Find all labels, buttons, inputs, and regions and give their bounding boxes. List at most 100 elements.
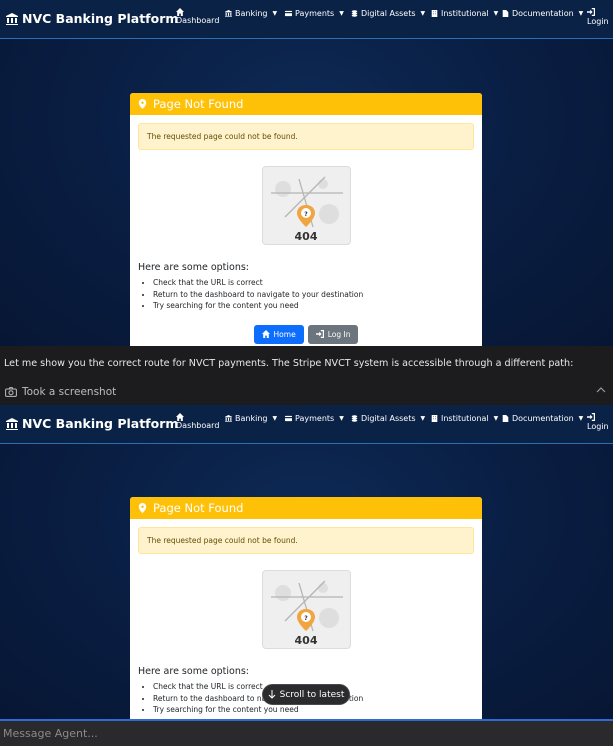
nav-login[interactable]: Login <box>587 413 609 431</box>
nav-dashboard[interactable]: Dashboard <box>176 8 219 25</box>
brand-label: NVC Banking Platform <box>22 416 179 431</box>
home-button-label: Home <box>273 329 296 339</box>
message-bar <box>0 719 613 746</box>
caret-down-icon: ▼ <box>420 415 426 422</box>
coins-icon <box>351 10 358 17</box>
coins-icon <box>351 415 358 422</box>
nav-dashboard-label: Dashboard <box>176 421 220 430</box>
map-marker-icon <box>138 99 147 109</box>
caret-down-icon: ▼ <box>272 10 278 17</box>
map-404-illustration: ? 404 <box>261 570 351 649</box>
caret-down-icon: ▼ <box>339 415 344 422</box>
nav-digital-assets-label: Digital Assets <box>361 414 416 423</box>
nav-documentation[interactable]: Documentation ▼ <box>502 9 583 18</box>
screenshot-frame-bottom: NVC Banking Platform Dashboard Banking ▼… <box>0 405 613 719</box>
nav-digital-assets[interactable]: Digital Assets ▼ <box>351 9 425 18</box>
navbar: NVC Banking Platform Dashboard Banking ▼… <box>0 0 613 39</box>
caret-down-icon: ▼ <box>420 10 426 17</box>
bank-icon <box>6 12 18 25</box>
nav-banking-label: Banking <box>235 414 268 423</box>
home-button[interactable]: Home <box>253 324 304 344</box>
svg-text:?: ? <box>304 211 308 218</box>
nav-documentation[interactable]: Documentation ▼ <box>502 414 583 423</box>
agent-message-text: Let me show you the correct route for NV… <box>4 358 574 369</box>
card-title: Page Not Found <box>153 501 244 515</box>
nav-payments-label: Payments <box>295 9 335 18</box>
nav-documentation-label: Documentation <box>512 9 574 18</box>
nav-banking-label: Banking <box>235 9 268 18</box>
nav-banking[interactable]: Banking ▼ <box>225 9 277 18</box>
scroll-to-latest-label: Scroll to latest <box>279 689 345 700</box>
nav-institutional-label: Institutional <box>441 9 489 18</box>
chevron-up-icon[interactable] <box>595 385 607 395</box>
bank-icon <box>6 417 18 430</box>
bank-icon <box>225 415 232 422</box>
caret-down-icon: ▼ <box>578 10 584 17</box>
credit-card-icon <box>285 415 292 422</box>
nav-banking[interactable]: Banking ▼ <box>225 414 277 423</box>
caret-down-icon: ▼ <box>493 415 499 422</box>
nav-institutional[interactable]: Institutional ▼ <box>431 9 498 18</box>
options-list: Check that the URL is correct Return to … <box>144 277 482 312</box>
error-code: 404 <box>294 634 318 647</box>
list-item: Return to the dashboard to navigate to y… <box>153 289 482 301</box>
error-card: Page Not Found The requested page could … <box>130 93 482 346</box>
brand[interactable]: NVC Banking Platform <box>6 11 178 26</box>
caret-down-icon: ▼ <box>578 415 584 422</box>
nav-digital-assets-label: Digital Assets <box>361 9 416 18</box>
list-item: Check that the URL is correct <box>153 277 482 289</box>
sign-in-icon <box>587 8 595 16</box>
alert-text: The requested page could not be found. <box>147 132 298 141</box>
error-code: 404 <box>294 230 318 243</box>
brand[interactable]: NVC Banking Platform <box>6 416 178 431</box>
not-found-alert: The requested page could not be found. <box>138 527 474 554</box>
card-title: Page Not Found <box>153 97 244 111</box>
login-button[interactable]: Log In <box>307 324 359 344</box>
tool-call-row[interactable]: Took a screenshot <box>0 381 613 403</box>
file-icon <box>502 415 509 422</box>
map-404-illustration: ? 404 <box>261 166 351 245</box>
file-icon <box>502 10 509 17</box>
nav-institutional-label: Institutional <box>441 414 489 423</box>
options-title: Here are some options: <box>138 666 250 677</box>
list-item: Try searching for the content you need <box>153 704 482 716</box>
sign-in-icon <box>587 413 595 421</box>
nav-login-label: Login <box>587 17 609 26</box>
nav-payments[interactable]: Payments ▼ <box>285 414 344 423</box>
home-icon <box>261 330 270 338</box>
list-item: Try searching for the content you need <box>153 300 482 312</box>
login-button-label: Log In <box>327 329 351 339</box>
nav-digital-assets[interactable]: Digital Assets ▼ <box>351 414 425 423</box>
nav-institutional[interactable]: Institutional ▼ <box>431 414 498 423</box>
caret-down-icon: ▼ <box>493 10 499 17</box>
svg-text:?: ? <box>304 615 308 622</box>
building-icon <box>431 10 438 17</box>
nav-payments[interactable]: Payments ▼ <box>285 9 344 18</box>
home-icon <box>176 8 184 16</box>
navbar: NVC Banking Platform Dashboard Banking ▼… <box>0 405 613 444</box>
map-marker-icon <box>138 503 147 513</box>
sign-in-icon <box>315 330 324 338</box>
nav-login-label: Login <box>587 422 609 431</box>
home-icon <box>176 413 184 421</box>
nav-dashboard-label: Dashboard <box>176 16 220 25</box>
screenshot-frame-top: NVC Banking Platform Dashboard Banking ▼… <box>0 0 613 346</box>
scroll-to-latest-button[interactable]: Scroll to latest <box>262 684 350 705</box>
caret-down-icon: ▼ <box>339 10 344 17</box>
options-title: Here are some options: <box>138 262 250 273</box>
nav-login[interactable]: Login <box>587 8 609 26</box>
button-row: Home Log In <box>130 324 482 344</box>
arrow-down-icon <box>268 690 275 699</box>
camera-icon <box>5 387 17 397</box>
tool-call-label: Took a screenshot <box>22 386 117 398</box>
message-input[interactable] <box>0 721 613 746</box>
card-header: Page Not Found <box>130 497 482 519</box>
nav-payments-label: Payments <box>295 414 335 423</box>
alert-text: The requested page could not be found. <box>147 536 298 545</box>
bank-icon <box>225 10 232 17</box>
building-icon <box>431 415 438 422</box>
not-found-alert: The requested page could not be found. <box>138 123 474 150</box>
caret-down-icon: ▼ <box>272 415 278 422</box>
credit-card-icon <box>285 10 292 17</box>
nav-dashboard[interactable]: Dashboard <box>176 413 219 430</box>
